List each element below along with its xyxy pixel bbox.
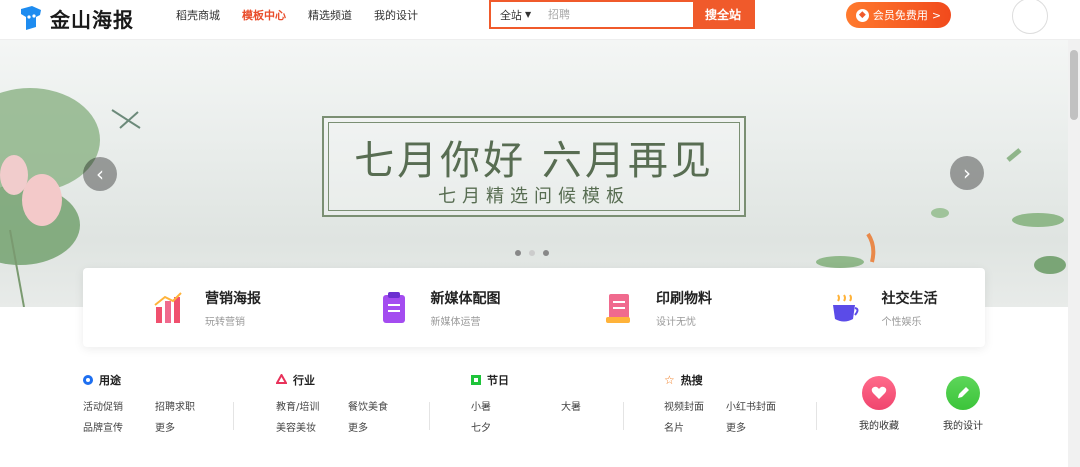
carousel-next-button[interactable]: ›: [950, 156, 984, 190]
tag-section-title: 节日: [487, 374, 509, 387]
card-subtitle: 设计无忧: [656, 316, 696, 328]
tag-section-title: 行业: [293, 374, 315, 387]
logo-text: 金山海报: [50, 7, 134, 32]
carousel-dots: [515, 250, 549, 256]
search-scope-label: 全站: [499, 8, 522, 22]
page-scrollbar[interactable]: [1068, 40, 1080, 467]
clipboard-icon: [379, 291, 409, 325]
tag-section-title: 热搜: [680, 374, 703, 387]
carousel-dot-1[interactable]: [515, 250, 521, 256]
chevron-left-icon: ‹: [96, 162, 104, 186]
carousel-dot-2[interactable]: [529, 250, 535, 256]
my-designs-button[interactable]: 我的设计: [933, 376, 993, 432]
tag-section-hot-search: ☆ 热搜 视频封面 小红书封面 名片 更多: [664, 370, 814, 436]
square-icon: [471, 375, 481, 385]
tag-link[interactable]: 小红书封面: [726, 398, 776, 413]
quick-action-label: 我的设计: [943, 421, 983, 432]
search-button[interactable]: 搜全站: [693, 2, 753, 27]
chevron-right-icon: ›: [963, 161, 971, 185]
search-input[interactable]: [540, 2, 694, 27]
card-title: 社交生活: [881, 290, 938, 307]
vip-icon: ◆: [855, 8, 869, 22]
banner-title: 七月你好 六月再见: [354, 138, 714, 184]
tag-link[interactable]: 小暑: [471, 398, 491, 413]
heart-icon: [862, 376, 896, 410]
chevron-right-icon: >: [931, 8, 942, 22]
logo[interactable]: 金山海报: [18, 4, 134, 32]
quick-action-label: 我的收藏: [859, 421, 899, 432]
avatar[interactable]: [1012, 0, 1048, 34]
divider: [233, 402, 234, 430]
tag-link[interactable]: 教育/培训: [276, 398, 319, 413]
category-social-life[interactable]: 社交生活 个性娱乐: [760, 268, 986, 347]
scrollbar-thumb[interactable]: [1070, 50, 1078, 120]
main-nav: 稻壳商城 模板中心 精选频道 我的设计: [176, 0, 418, 30]
document-icon: [604, 291, 634, 325]
tag-sections: 用途 活动促销 招聘求职 品牌宣传 更多 行业 教育/培训 餐饮美食 美容美妆 …: [83, 370, 843, 440]
caret-down-icon: ▼: [524, 10, 532, 19]
tag-link[interactable]: 招聘求职: [155, 398, 195, 413]
hero-banner[interactable]: 七月你好 六月再见 七月精选问候模板 ‹ ›: [0, 40, 1068, 307]
vip-button-label: 会员免费用: [872, 9, 928, 22]
carousel-dot-3[interactable]: [543, 250, 549, 256]
divider: [623, 402, 624, 430]
tag-section-festival: 节日 小暑 大暑 七夕: [471, 370, 621, 436]
triangle-icon: [275, 372, 288, 387]
tag-more-link[interactable]: 更多: [155, 419, 175, 434]
tag-link[interactable]: 餐饮美食: [348, 398, 388, 413]
divider: [816, 402, 817, 430]
nav-my-designs[interactable]: 我的设计: [374, 7, 418, 23]
card-subtitle: 新媒体运营: [430, 316, 481, 328]
vip-free-button[interactable]: ◆ 会员免费用 >: [846, 2, 951, 28]
banner-frame: 七月你好 六月再见 七月精选问候模板: [322, 116, 746, 217]
nav-shop[interactable]: 稻壳商城: [176, 7, 220, 23]
my-favorites-button[interactable]: 我的收藏: [849, 376, 909, 432]
divider: [429, 402, 430, 430]
tag-link[interactable]: 视频封面: [664, 398, 704, 413]
tag-section-purpose: 用途 活动促销 招聘求职 品牌宣传 更多: [83, 370, 233, 436]
tag-link[interactable]: 活动促销: [83, 398, 123, 413]
logo-mark-icon: [18, 5, 44, 31]
category-new-media[interactable]: 新媒体配图 新媒体运营: [309, 268, 535, 347]
carousel-prev-button[interactable]: ‹: [83, 157, 117, 191]
tag-link[interactable]: 名片: [664, 419, 684, 434]
circle-icon: [83, 375, 93, 385]
card-title: 印刷物料: [656, 290, 712, 307]
category-print-materials[interactable]: 印刷物料 设计无忧: [534, 268, 760, 347]
tag-more-link[interactable]: 更多: [348, 419, 368, 434]
tag-section-title: 用途: [99, 374, 121, 387]
tag-section-industry: 行业 教育/培训 餐饮美食 美容美妆 更多: [275, 370, 426, 436]
search-scope-select[interactable]: 全站 ▼: [491, 2, 540, 27]
card-subtitle: 玩转营销: [205, 316, 245, 328]
banner-subtitle: 七月精选问候模板: [438, 186, 630, 207]
star-icon: ☆: [664, 373, 675, 387]
search-bar: 全站 ▼ 搜全站: [489, 0, 755, 29]
card-title: 新媒体配图: [430, 290, 501, 307]
category-cards: 营销海报 玩转营销 新媒体配图 新媒体运营 印刷物料 设计无忧 社交生活 个性娱…: [83, 268, 985, 347]
category-marketing-poster[interactable]: 营销海报 玩转营销: [83, 268, 309, 347]
tag-link[interactable]: 品牌宣传: [83, 419, 123, 434]
card-title: 营销海报: [205, 290, 261, 307]
nav-templates[interactable]: 模板中心: [242, 7, 286, 23]
bar-chart-icon: [153, 291, 183, 325]
tag-link[interactable]: 大暑: [561, 398, 581, 413]
nav-featured[interactable]: 精选频道: [308, 7, 352, 23]
coffee-cup-icon: [830, 291, 860, 325]
tag-link[interactable]: 七夕: [471, 419, 491, 434]
pencil-icon: [946, 376, 980, 410]
tag-link[interactable]: 美容美妆: [276, 419, 316, 434]
tag-more-link[interactable]: 更多: [726, 419, 746, 434]
top-header: 金山海报 稻壳商城 模板中心 精选频道 我的设计 全站 ▼ 搜全站 ◆ 会员免费…: [0, 0, 1080, 40]
card-subtitle: 个性娱乐: [881, 316, 922, 328]
